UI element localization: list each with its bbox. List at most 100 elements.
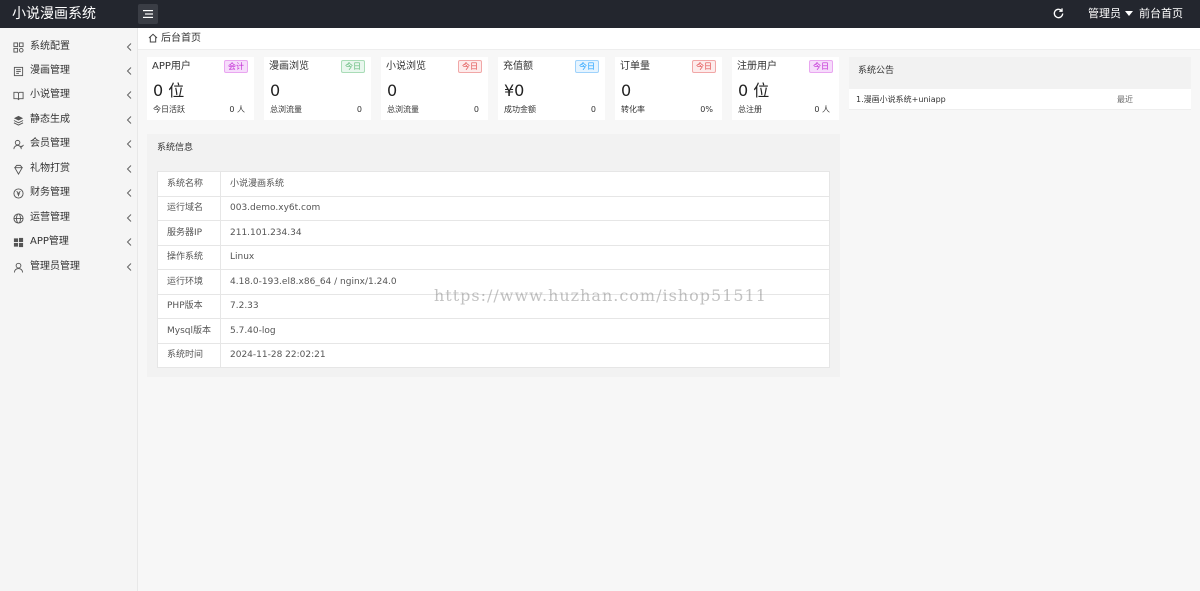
sidebar-item-novels[interactable]: 小说管理 <box>0 83 138 107</box>
stat-foot-label: 今日活跃 <box>153 105 185 114</box>
table-value: 003.demo.xy6t.com <box>220 195 830 221</box>
frontpage-link[interactable]: 前台首页 <box>1139 6 1183 22</box>
sidebar-toggle-button[interactable] <box>138 4 158 24</box>
panel-title: 系统公告 <box>858 66 895 76</box>
stat-foot-value: 0% <box>700 105 713 114</box>
chevron-left-icon <box>126 116 132 124</box>
sidebar-item-comics[interactable]: 漫画管理 <box>0 59 138 83</box>
status-badge: 今日 <box>458 60 482 73</box>
layers-icon <box>12 114 24 126</box>
notice-panel: 系统公告 1.漫画小说系统+uniapp 最近 <box>849 57 1191 110</box>
chevron-left-icon <box>126 91 132 99</box>
comic-icon <box>12 65 24 77</box>
stat-value: 0 位 <box>153 81 185 100</box>
stat-card-comic-views: 漫画浏览 今日 0 总浏流量 0 <box>264 57 371 120</box>
stat-value: 0 <box>387 81 398 100</box>
stat-foot-value: 0 <box>590 105 596 114</box>
table-row: 系统名称 小说漫画系统 <box>157 171 830 197</box>
stat-title: 漫画浏览 <box>269 61 309 72</box>
table-key: 操作系统 <box>157 244 221 270</box>
chevron-left-icon <box>126 43 132 51</box>
stat-title: 充值额 <box>503 61 533 72</box>
chevron-down-icon <box>1125 10 1133 16</box>
sidebar-item-members[interactable]: 会员管理 <box>0 132 138 156</box>
sidebar-item-label: 财务管理 <box>30 187 70 198</box>
notice-text[interactable]: 1.漫画小说系统+uniapp <box>856 94 946 105</box>
member-icon <box>12 138 24 150</box>
table-key: 运行环境 <box>157 269 221 295</box>
system-info-panel: 系统信息 系统名称 小说漫画系统 运行域名 003.demo.xy6t.com 服务… <box>147 134 840 377</box>
sidebar-item-label: 漫画管理 <box>30 65 70 76</box>
status-badge: 会计 <box>224 60 248 73</box>
sidebar-item-gifts[interactable]: 礼物打赏 <box>0 157 138 181</box>
table-key: PHP版本 <box>157 293 221 319</box>
table-value: 2024-11-28 22:02:21 <box>220 342 830 368</box>
stat-value: 0 <box>621 81 632 100</box>
refresh-icon[interactable] <box>1052 7 1065 20</box>
status-badge: 今日 <box>575 60 599 73</box>
menu-icon <box>143 10 153 18</box>
table-row: 操作系统 Linux <box>157 244 830 270</box>
sidebar-item-static[interactable]: 静态生成 <box>0 108 138 132</box>
notice-date: 最近 <box>1117 95 1133 104</box>
admin-menu[interactable]: 管理员 <box>1088 6 1133 22</box>
stat-value: 0 位 <box>738 81 770 100</box>
sidebar-item-label: 会员管理 <box>30 138 70 149</box>
stat-title: 注册用户 <box>737 61 777 72</box>
sidebar-item-label: 管理员管理 <box>30 261 80 272</box>
notice-header: 系统公告 <box>849 57 1191 89</box>
sidebar-item-label: 运营管理 <box>30 212 70 223</box>
table-key: 运行域名 <box>157 195 221 221</box>
sidebar-item-label: APP管理 <box>30 236 69 247</box>
sidebar-item-label: 静态生成 <box>30 114 70 125</box>
settings-icon <box>12 41 24 53</box>
sidebar-item-admins[interactable]: 管理员管理 <box>0 255 138 279</box>
sidebar-item-app[interactable]: APP管理 <box>0 230 138 254</box>
stat-foot-label: 总浏流量 <box>387 105 419 114</box>
table-row: 系统时间 2024-11-28 22:02:21 <box>157 342 830 368</box>
gift-icon <box>12 163 24 175</box>
chevron-left-icon <box>126 140 132 148</box>
sidebar-item-operations[interactable]: 运营管理 <box>0 206 138 230</box>
table-value: Linux <box>220 244 830 270</box>
status-badge: 今日 <box>692 60 716 73</box>
sidebar-item-label: 系统配置 <box>30 41 70 52</box>
panel-title: 系统信息 <box>157 143 194 153</box>
stat-foot-value: 0 <box>473 105 479 114</box>
admin-label: 管理员 <box>1088 7 1121 20</box>
chevron-left-icon <box>126 238 132 246</box>
stat-foot-label: 总浏流量 <box>270 105 302 114</box>
sidebar-item-finance[interactable]: 财务管理 <box>0 181 138 205</box>
breadcrumb-home-link[interactable]: 后台首页 <box>161 32 201 46</box>
list-item[interactable]: 1.漫画小说系统+uniapp 最近 <box>849 89 1191 110</box>
table-value: 5.7.40-log <box>220 318 830 344</box>
table-key: 系统时间 <box>157 342 221 368</box>
stat-foot-value: 0 人 <box>229 105 245 114</box>
stat-foot-label: 总注册 <box>738 105 762 114</box>
stat-foot-label: 转化率 <box>621 105 645 114</box>
windows-icon <box>12 236 24 248</box>
stat-card-app-users: APP用户 会计 0 位 今日活跃 0 人 <box>147 57 254 120</box>
sidebar-item-settings[interactable]: 系统配置 <box>0 35 138 59</box>
yen-icon <box>12 187 24 199</box>
chevron-left-icon <box>126 189 132 197</box>
watermark: https://www.huzhan.com/ishop51511 <box>434 286 767 305</box>
stat-card-orders: 订单量 今日 0 转化率 0% <box>615 57 722 120</box>
table-key: Mysql版本 <box>157 318 221 344</box>
table-row: Mysql版本 5.7.40-log <box>157 318 830 344</box>
stat-title: APP用户 <box>152 61 191 72</box>
stat-title: 小说浏览 <box>386 61 426 72</box>
stat-foot-label: 成功金额 <box>504 105 536 114</box>
user-icon <box>12 261 24 273</box>
chevron-left-icon <box>126 214 132 222</box>
table-key: 服务器IP <box>157 220 221 246</box>
top-bar: 小说漫画系统 管理员 前台首页 <box>0 0 1200 28</box>
app-title: 小说漫画系统 <box>12 6 96 22</box>
chevron-left-icon <box>126 165 132 173</box>
stat-card-recharge: 充值额 今日 ¥0 成功金额 0 <box>498 57 605 120</box>
stat-card-registrations: 注册用户 今日 0 位 总注册 0 人 <box>732 57 839 120</box>
stat-foot-value: 0 人 <box>814 105 830 114</box>
stat-foot-value: 0 <box>356 105 362 114</box>
table-row: 运行域名 003.demo.xy6t.com <box>157 195 830 221</box>
chevron-left-icon <box>126 67 132 75</box>
